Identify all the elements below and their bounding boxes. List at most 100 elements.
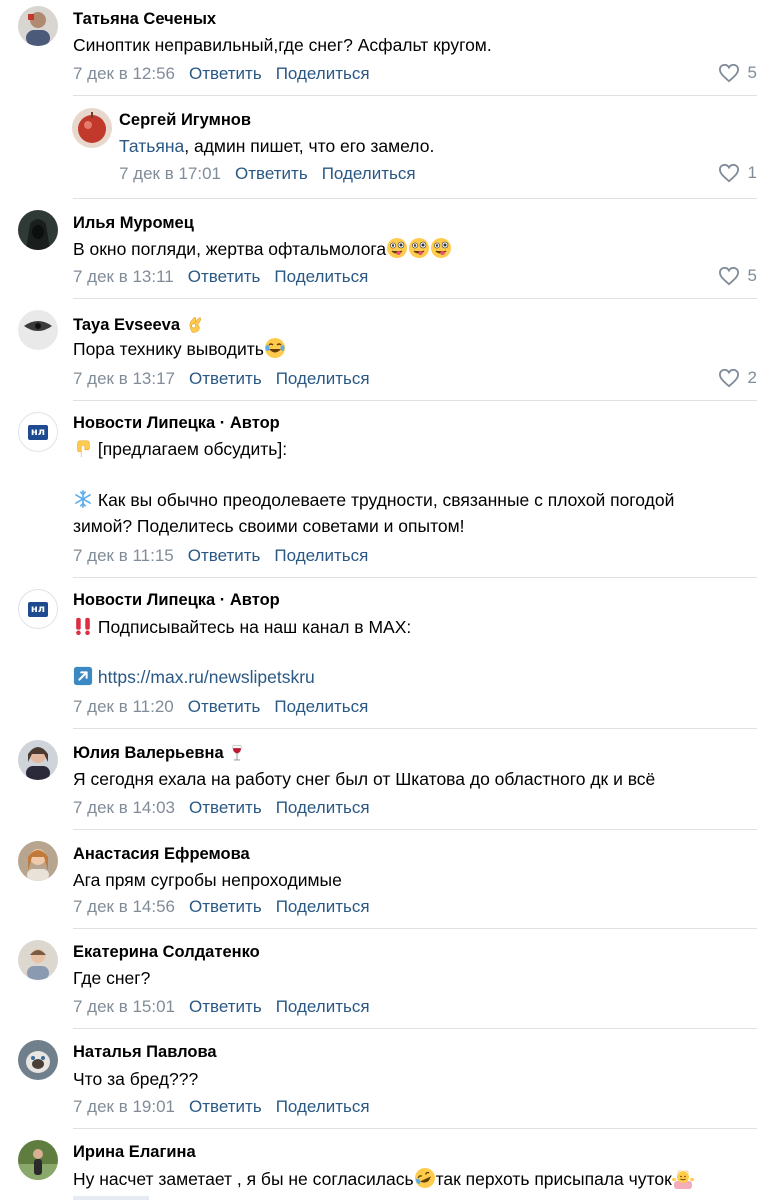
author-name[interactable]: Taya Evseeva <box>73 314 205 335</box>
like-count: 2 <box>747 368 757 387</box>
avatar[interactable]: нл <box>18 589 58 629</box>
comment-text: Синоптик неправильный,где снег? Асфальт … <box>73 35 492 55</box>
author-name[interactable]: Новости Липецка · Автор <box>73 414 280 433</box>
winking-tongue-face-emoji <box>408 237 430 259</box>
avatar[interactable] <box>18 1140 58 1180</box>
reaction-placeholder <box>73 1196 149 1200</box>
comment-text: Что за бред??? <box>73 1069 199 1089</box>
comment-date[interactable]: 7 дек в 14:03 <box>73 798 175 817</box>
author-name[interactable]: Илья Муромец <box>73 214 194 233</box>
divider <box>73 928 757 929</box>
divider <box>73 728 757 729</box>
mention-link[interactable]: Татьяна <box>119 136 184 156</box>
share-button[interactable]: Поделиться <box>276 64 370 83</box>
share-button[interactable]: Поделиться <box>322 164 416 183</box>
winking-tongue-face-emoji <box>430 237 452 259</box>
reply-button[interactable]: Ответить <box>188 546 261 565</box>
arrow-up-right-emoji <box>73 665 93 687</box>
tears-of-joy-emoji <box>264 337 286 359</box>
avatar[interactable] <box>18 940 58 980</box>
comment-meta: 7 дек в 19:01 Ответить Поделиться <box>73 1097 370 1117</box>
reply-button[interactable]: Ответить <box>189 798 262 817</box>
double-exclamation-emoji <box>73 615 93 637</box>
avatar[interactable] <box>18 740 58 780</box>
comment-text: Пора технику выводить <box>73 336 286 362</box>
heart-icon <box>718 368 740 388</box>
comment-text: Татьяна, админ пишет, что его замело. <box>119 136 435 156</box>
like-button[interactable]: 2 <box>718 368 757 388</box>
comment-date[interactable]: 7 дек в 13:17 <box>73 369 175 388</box>
comment-meta: 7 дек в 14:03 Ответить Поделиться <box>73 798 370 818</box>
comment-meta: 7 дек в 15:01 Ответить Поделиться <box>73 997 370 1017</box>
heart-icon <box>718 63 740 83</box>
snowflake-emoji <box>73 488 93 510</box>
reply-button[interactable]: Ответить <box>189 369 262 388</box>
author-name[interactable]: Ирина Елагина <box>73 1143 196 1162</box>
comment-text: Я сегодня ехала на работу снег был от Шк… <box>73 769 656 789</box>
share-button[interactable]: Поделиться <box>274 267 368 286</box>
comment-text: Ага прям сугробы непроходимые <box>73 870 342 890</box>
author-name[interactable]: Анастасия Ефремова <box>73 845 250 864</box>
avatar[interactable] <box>18 1040 58 1080</box>
author-name[interactable]: Новости Липецка · Автор <box>73 591 280 610</box>
comment-text-line: зимой? Поделитесь своими советами и опыт… <box>73 516 465 536</box>
author-name[interactable]: Наталья Павлова <box>73 1043 217 1062</box>
reply-button[interactable]: Ответить <box>189 897 262 916</box>
divider <box>73 829 757 830</box>
like-count: 5 <box>747 63 757 82</box>
author-name[interactable]: Сергей Игумнов <box>119 111 251 130</box>
comment-meta: 7 дек в 17:01 Ответить Поделиться <box>119 164 416 184</box>
winking-tongue-face-emoji <box>386 237 408 259</box>
comment-link-line: https://max.ru/newslipetskru <box>73 664 315 690</box>
comment-date[interactable]: 7 дек в 17:01 <box>119 164 221 183</box>
comment-meta: 7 дек в 14:56 Ответить Поделиться <box>73 897 370 917</box>
comment-date[interactable]: 7 дек в 19:01 <box>73 1097 175 1116</box>
share-button[interactable]: Поделиться <box>276 897 370 916</box>
divider <box>73 1028 757 1029</box>
like-button[interactable]: 5 <box>718 266 757 286</box>
divider <box>73 298 757 299</box>
author-name[interactable]: Татьяна Сеченых <box>73 10 216 29</box>
avatar[interactable]: нл <box>18 412 58 452</box>
divider <box>73 577 757 578</box>
share-button[interactable]: Поделиться <box>276 997 370 1016</box>
reply-button[interactable]: Ответить <box>188 267 261 286</box>
avatar[interactable] <box>18 6 58 46</box>
avatar[interactable] <box>18 310 58 350</box>
comment-date[interactable]: 7 дек в 14:56 <box>73 897 175 916</box>
comment-text: Ну насчет заметает , я бы не согласилась… <box>73 1166 694 1192</box>
reply-button[interactable]: Ответить <box>189 997 262 1016</box>
wine-glass-emoji <box>228 744 246 762</box>
divider <box>73 95 757 96</box>
comment-date[interactable]: 7 дек в 15:01 <box>73 997 175 1016</box>
like-button[interactable]: 1 <box>718 163 757 183</box>
avatar[interactable] <box>18 841 58 881</box>
rolling-laughing-emoji <box>414 1167 436 1189</box>
share-button[interactable]: Поделиться <box>274 697 368 716</box>
author-name[interactable]: Екатерина Солдатенко <box>73 943 260 962</box>
reply-button[interactable]: Ответить <box>235 164 308 183</box>
comment-date[interactable]: 7 дек в 13:11 <box>73 267 174 286</box>
pointing-down-emoji <box>73 437 93 459</box>
comment-text-line: Подписывайтесь на наш канал в MAX: <box>73 614 411 640</box>
reply-button[interactable]: Ответить <box>188 697 261 716</box>
reply-button[interactable]: Ответить <box>189 1097 262 1116</box>
comment-date[interactable]: 7 дек в 12:56 <box>73 64 175 83</box>
avatar[interactable] <box>18 210 58 250</box>
author-name[interactable]: Юлия Валерьевна <box>73 744 246 763</box>
comment-meta: 7 дек в 11:20 Ответить Поделиться <box>73 697 368 717</box>
comment-meta: 7 дек в 13:17 Ответить Поделиться <box>73 369 370 389</box>
external-link[interactable]: https://max.ru/newslipetskru <box>98 667 315 687</box>
share-button[interactable]: Поделиться <box>274 546 368 565</box>
comment-date[interactable]: 7 дек в 11:15 <box>73 546 174 565</box>
divider <box>73 400 757 401</box>
reply-button[interactable]: Ответить <box>189 64 262 83</box>
comment-meta: 7 дек в 11:15 Ответить Поделиться <box>73 546 368 566</box>
share-button[interactable]: Поделиться <box>276 1097 370 1116</box>
avatar[interactable] <box>72 108 112 148</box>
comment-text: Где снег? <box>73 968 151 988</box>
share-button[interactable]: Поделиться <box>276 369 370 388</box>
comment-date[interactable]: 7 дек в 11:20 <box>73 697 174 716</box>
like-button[interactable]: 5 <box>718 63 757 83</box>
share-button[interactable]: Поделиться <box>276 798 370 817</box>
